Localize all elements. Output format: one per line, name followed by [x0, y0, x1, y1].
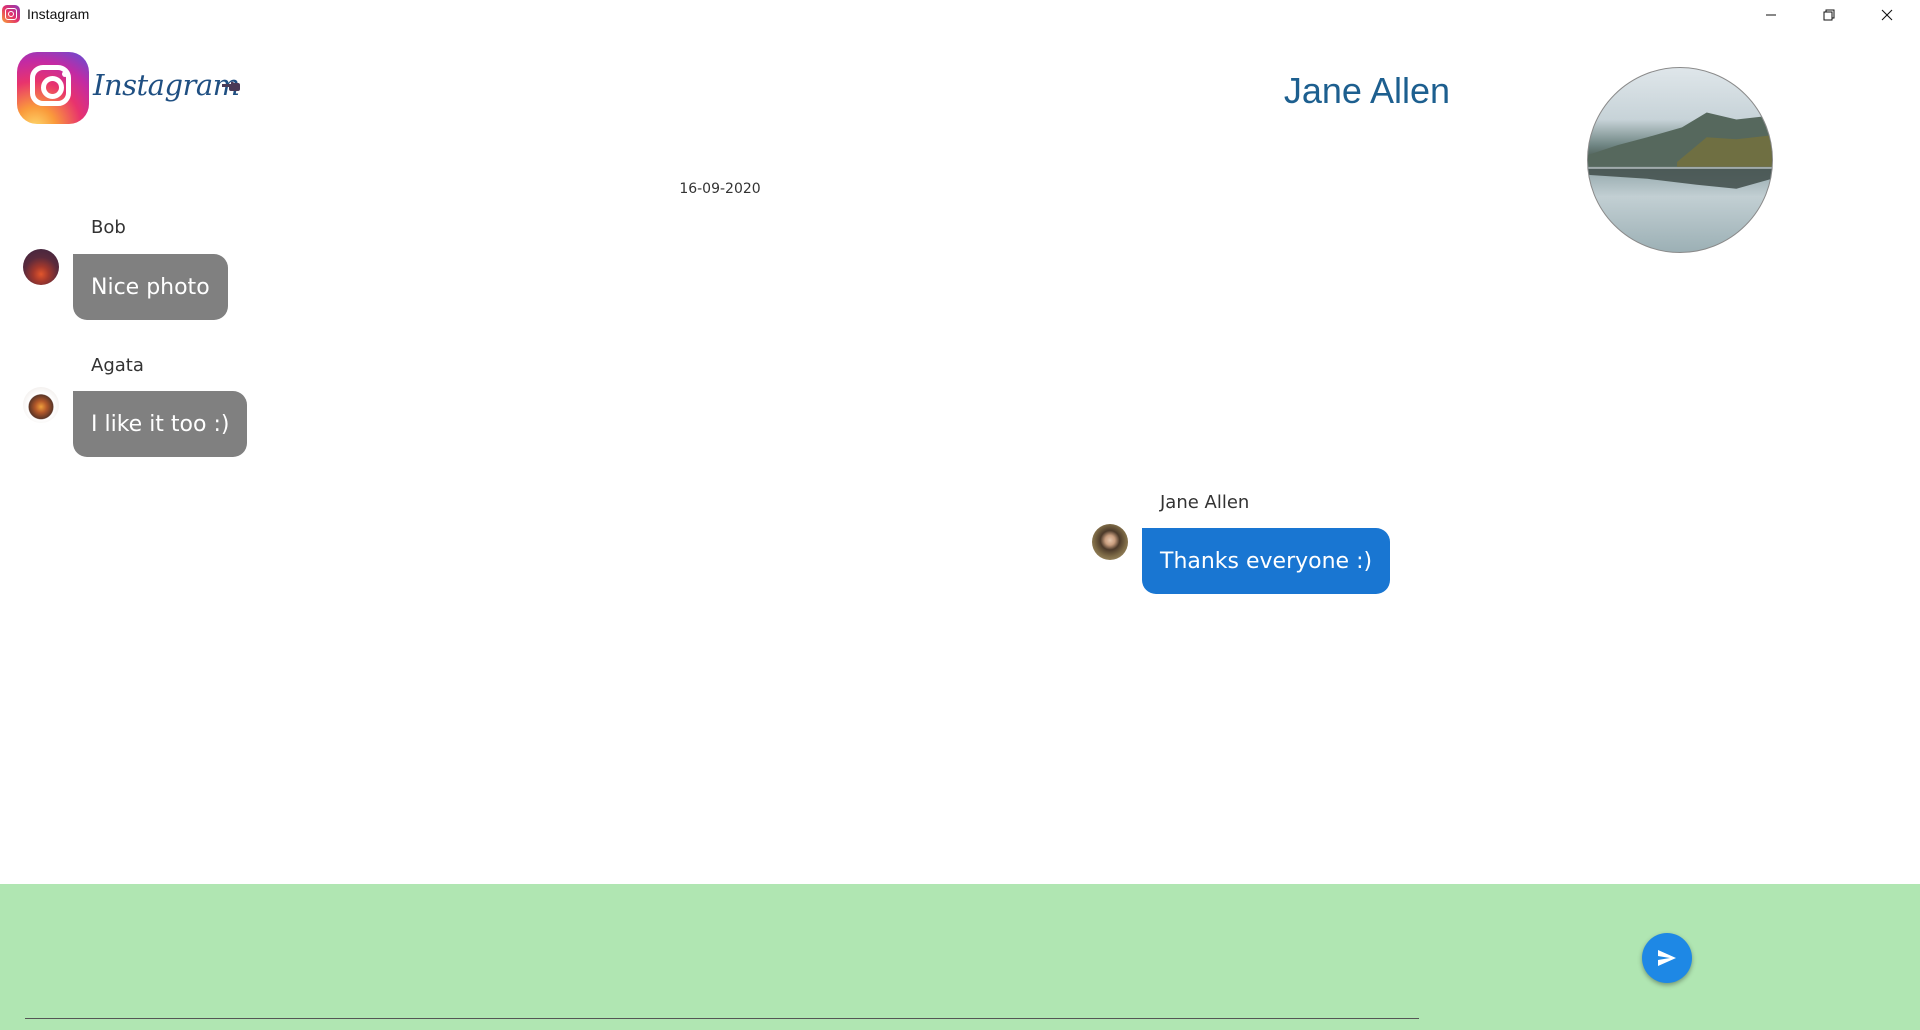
app-icon: [2, 5, 20, 23]
message-sender: Agata: [91, 355, 144, 376]
campfire-avatar[interactable]: [23, 387, 59, 423]
woman-portrait-avatar[interactable]: [1092, 524, 1128, 560]
message-sender: Bob: [91, 217, 126, 238]
restore-button[interactable]: [1800, 0, 1858, 30]
contact-profile-photo[interactable]: [1587, 67, 1773, 253]
message-sender: Jane Allen: [1160, 492, 1250, 513]
date-divider: 16-09-2020: [679, 181, 761, 197]
minimize-button[interactable]: [1742, 0, 1800, 30]
close-button[interactable]: [1858, 0, 1916, 30]
restore-icon: [1823, 9, 1835, 21]
instagram-logo-icon: [17, 52, 89, 124]
minimize-icon: [1766, 14, 1776, 16]
send-icon: [1658, 950, 1676, 966]
message-bubble[interactable]: I like it too :): [73, 391, 248, 457]
lake-mountain-photo: [1588, 112, 1772, 189]
message-bubble[interactable]: Nice photo: [73, 254, 228, 320]
sunset-avatar[interactable]: [23, 249, 59, 285]
message-composer: [0, 884, 1920, 1030]
send-button[interactable]: [1642, 933, 1692, 983]
window-title: Instagram: [27, 6, 90, 22]
message-bubble[interactable]: Thanks everyone :): [1142, 528, 1391, 594]
title-bar: Instagram: [0, 0, 1920, 30]
contact-name: Jane Allen: [1283, 70, 1450, 111]
close-icon: [1881, 9, 1893, 21]
brand-name: Instagram: [93, 68, 240, 102]
message-input[interactable]: [25, 914, 1419, 1019]
app-window: Instagram Instagram Jane Allen 16-09-202…: [0, 0, 1920, 1030]
pointing-hand-icon[interactable]: [222, 80, 240, 92]
